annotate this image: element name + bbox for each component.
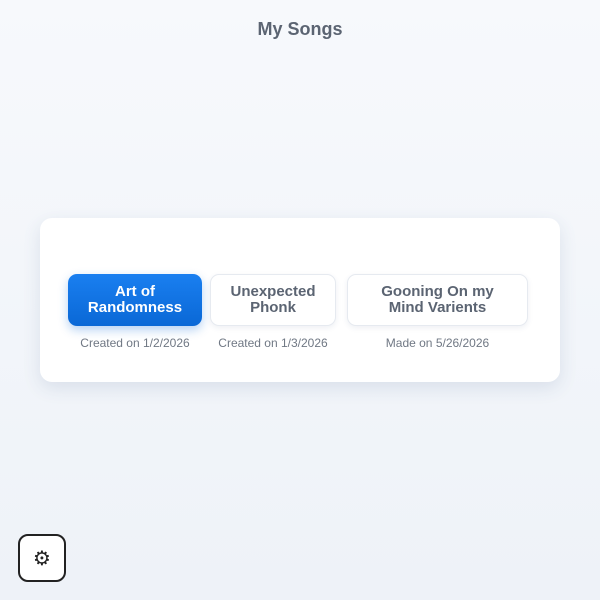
songs-card: Art of Randomness Created on 1/2/2026 Un… [40, 218, 560, 382]
song-item: Unexpected Phonk Created on 1/3/2026 [210, 274, 336, 350]
song-created-date: Made on 5/26/2026 [385, 336, 490, 350]
song-title: Gooning On my Mind Varients [381, 283, 494, 316]
song-button-gooning-on-my-mind-varients[interactable]: Gooning On my Mind Varients [347, 274, 528, 326]
song-created-date: Created on 1/2/2026 [80, 336, 190, 350]
song-item: Art of Randomness Created on 1/2/2026 [68, 274, 202, 350]
song-button-unexpected-phonk[interactable]: Unexpected Phonk [210, 274, 336, 326]
gear-icon: ⚙ [33, 546, 51, 570]
song-created-date: Created on 1/3/2026 [218, 336, 328, 350]
song-item: Gooning On my Mind Varients Made on 5/26… [347, 274, 528, 350]
settings-button[interactable]: ⚙ [18, 534, 66, 582]
song-title: Art of Randomness [87, 283, 183, 316]
page-title: My Songs [257, 19, 343, 39]
song-button-art-of-randomness[interactable]: Art of Randomness [68, 274, 202, 326]
song-title: Unexpected Phonk [230, 283, 316, 316]
